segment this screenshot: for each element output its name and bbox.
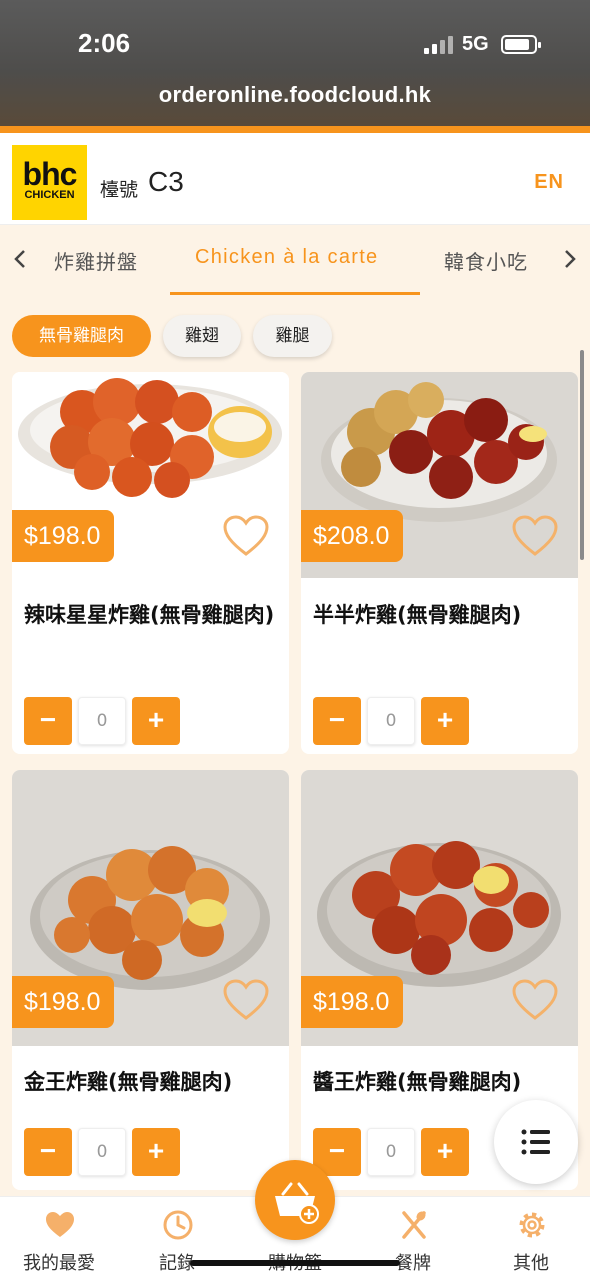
product-price: $198.0 [12,510,115,562]
header-accent-line [0,126,590,133]
product-card[interactable]: $198.0 辣味星星炸雞(無骨雞腿肉) − 0 + [12,372,289,754]
increase-button[interactable]: + [132,697,180,745]
product-name: 金王炸雞(無骨雞腿肉) [24,1070,233,1094]
favorite-heart-icon[interactable] [222,978,270,1022]
increase-button[interactable]: + [132,1128,180,1176]
product-price: $198.0 [12,976,115,1028]
product-price: $198.0 [301,976,404,1028]
tab-chicken-a-la-carte[interactable]: Chicken à la carte [195,246,378,269]
nav-label: 其他 [513,1253,549,1274]
quantity-stepper: − 0 + [24,697,280,745]
cart-button[interactable] [255,1160,335,1240]
status-time: 2:06 [78,28,131,58]
table-number: C3 [148,166,184,197]
product-card[interactable]: $198.0 金王炸雞(無骨雞腿肉) − 0 + [12,770,289,1190]
chip-wings[interactable]: 雞翅 [163,315,241,357]
utensils-icon [402,1211,426,1239]
gear-icon [519,1212,545,1238]
home-indicator [190,1260,400,1266]
bhc-logo[interactable]: bhc CHICKEN [12,145,87,220]
category-menu-button[interactable] [494,1100,578,1184]
product-card[interactable]: $208.0 半半炸雞(無骨雞腿肉) − 0 + [301,372,578,754]
nav-history[interactable]: 記錄 [118,1197,236,1280]
subcategory-chips: 無骨雞腿肉 雞翅 雞腿 [0,305,590,365]
app-header: bhc CHICKEN 檯號 C3 EN [0,133,590,225]
product-name: 半半炸雞(無骨雞腿肉) [313,603,522,627]
battery-icon [501,35,541,54]
favorite-heart-icon[interactable] [222,514,270,558]
decrease-button[interactable]: − [24,1128,72,1176]
chip-drumsticks[interactable]: 雞腿 [253,315,332,357]
product-name: 辣味星星炸雞(無骨雞腿肉) [24,603,275,627]
basket-icon [275,1182,319,1224]
quantity-value[interactable]: 0 [367,1128,415,1176]
url-bar[interactable]: orderonline.foodcloud.hk [0,82,590,108]
tab-chicken-platter[interactable]: 炸雞拼盤 [54,246,138,275]
nav-menu[interactable]: 餐牌 [354,1197,472,1280]
list-icon [521,1129,550,1155]
quantity-value[interactable]: 0 [78,697,126,745]
favorite-heart-icon[interactable] [511,514,559,558]
category-tabs: 炸雞拼盤 Chicken à la carte 韓食小吃 [0,226,590,298]
quantity-stepper: − 0 + [24,1128,280,1176]
quantity-value[interactable]: 0 [367,697,415,745]
nav-label: 我的最愛 [23,1253,95,1274]
quantity-stepper: − 0 + [313,697,569,745]
increase-button[interactable]: + [421,1128,469,1176]
network-type: 5G [462,33,489,55]
product-price: $208.0 [301,510,404,562]
nav-favorites[interactable]: 我的最愛 [0,1197,118,1280]
scrollbar[interactable] [580,350,584,560]
quantity-value[interactable]: 0 [78,1128,126,1176]
logo-text: bhc [22,156,78,192]
tab-korean-snacks[interactable]: 韓食小吃 [444,246,528,275]
nav-other[interactable]: 其他 [472,1197,590,1280]
active-tab-indicator [170,292,420,295]
chevron-left-icon[interactable] [8,248,32,276]
chip-boneless-thigh[interactable]: 無骨雞腿肉 [12,315,151,357]
increase-button[interactable]: + [421,697,469,745]
chevron-right-icon[interactable] [558,248,582,276]
signal-icon [424,36,454,54]
language-toggle[interactable]: EN [534,171,564,194]
browser-status-bar: 2:06 5G orderonline.foodcloud.hk [0,0,590,130]
clock-icon [163,1210,193,1240]
decrease-button[interactable]: − [24,697,72,745]
product-name: 醬王炸雞(無骨雞腿肉) [313,1070,522,1094]
table-label: 檯號 [100,179,139,201]
decrease-button[interactable]: − [313,697,361,745]
heart-icon [46,1212,74,1237]
favorite-heart-icon[interactable] [511,978,559,1022]
